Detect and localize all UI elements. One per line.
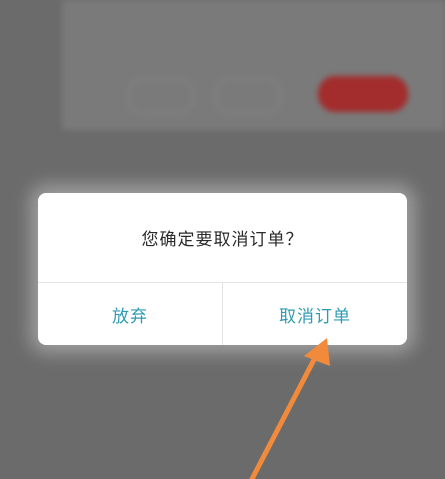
- dialog-message: 您确定要取消订单？: [141, 230, 304, 250]
- cancel-order-button[interactable]: 取消订单: [223, 283, 407, 345]
- background-button-primary: [318, 76, 408, 112]
- background-button: [215, 78, 281, 114]
- give-up-button[interactable]: 放弃: [38, 283, 222, 345]
- background-button: [128, 78, 194, 114]
- cancel-order-dialog: 您确定要取消订单？ 放弃 取消订单: [38, 193, 407, 345]
